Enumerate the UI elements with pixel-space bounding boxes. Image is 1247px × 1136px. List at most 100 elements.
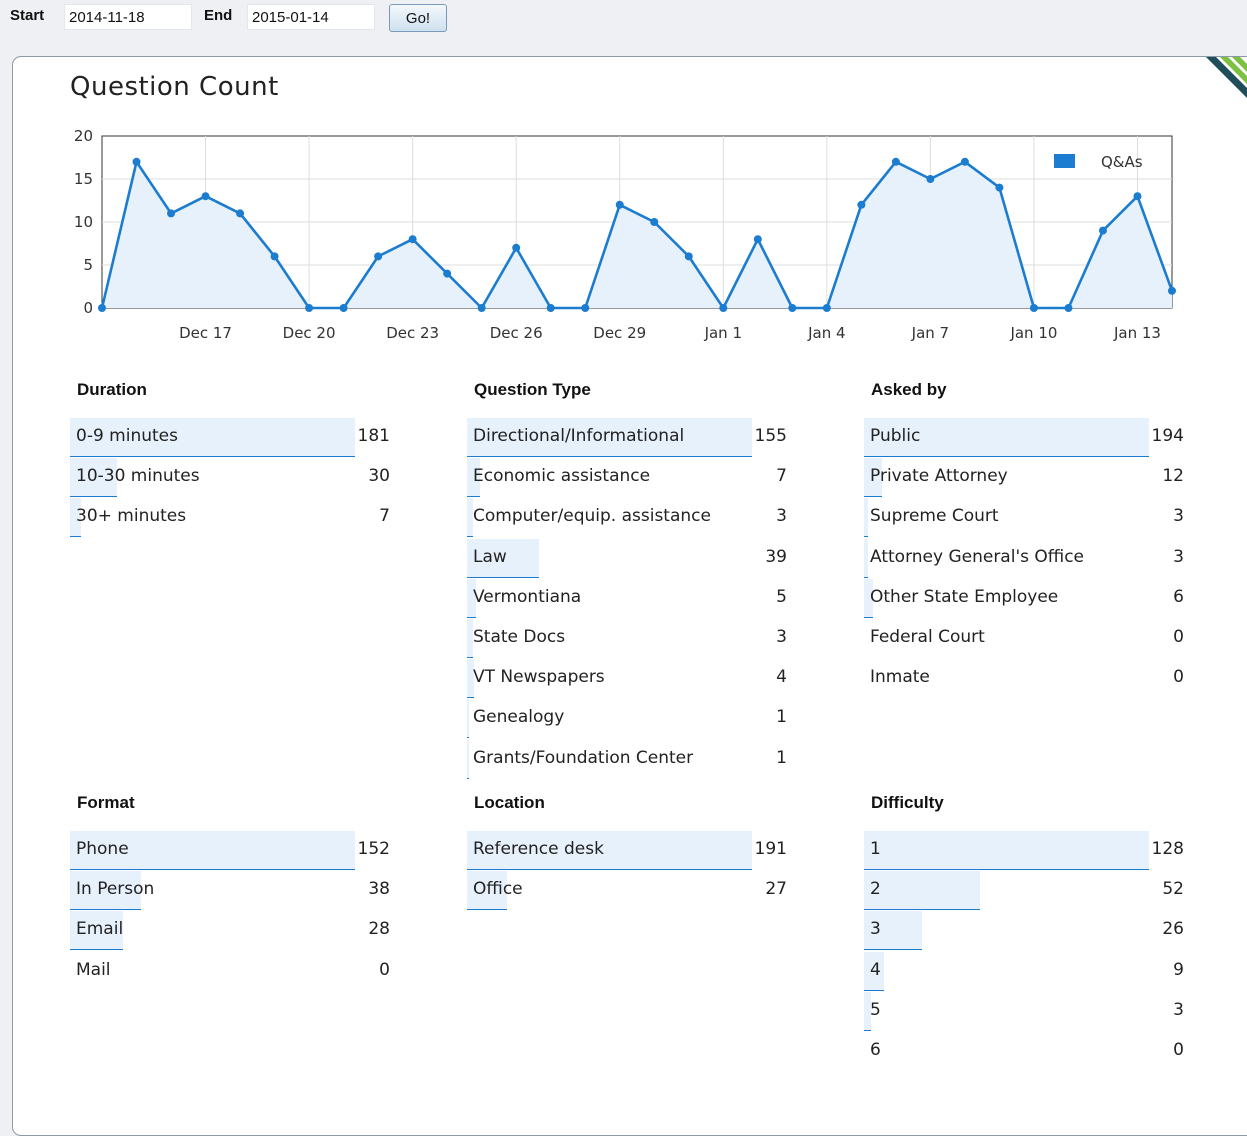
start-date-input[interactable] [64,4,192,30]
end-date-input[interactable] [247,4,375,30]
stat-label: Email [76,919,124,940]
stat-label: Private Attorney [870,466,1008,487]
stat-label: 5 [870,999,881,1020]
stat-label: Grants/Foundation Center [473,747,694,768]
chart-data-point [443,269,452,278]
stat-row: Other State Employee 6 [864,578,1184,619]
stat-label: Computer/equip. assistance [473,506,711,527]
stat-row: Federal Court 0 [864,619,1184,659]
stat-row: Grants/Foundation Center 1 [467,739,787,780]
stat-value: 1 [776,747,787,768]
stat-label: Office [473,879,523,900]
chart-data-point [615,200,624,209]
stat-bar [864,619,866,657]
chart-y-tick-label: 10 [74,213,93,231]
chart-data-point [822,304,831,312]
stat-label: 1 [870,839,881,859]
stat-row: 60 [864,1032,1184,1072]
chart-data-point [512,243,521,252]
stat-bar [864,1032,866,1070]
stat-label: State Docs [473,627,566,647]
stat-row: Mail 0 [70,952,390,992]
question-count-chart: 0 5 10 15 20 Dec 17 Dec 20 Dec 23 Dec 26 Dec 29 Ja… [74,127,1176,342]
stat-value: 30 [368,466,390,487]
stat-row: In Person 38 [70,871,390,911]
chart-y-tick-label: 20 [74,127,93,145]
stat-value: 39 [765,546,787,567]
stat-row: Law 39 [467,538,787,579]
stat-value: 4 [776,667,787,688]
stat-value: 0 [1173,627,1184,647]
chart-data-point [1133,192,1142,201]
chart-data-point [1029,304,1038,312]
stat-label: Economic assistance [473,466,651,487]
stat-block-title: Asked by [871,380,947,399]
stat-row: 30+ minutes 7 [70,498,390,538]
stat-label: 10-30 minutes [76,466,200,487]
chart-x-tick-label: Dec 26 [490,324,543,342]
stat-value: 6 [1173,586,1184,607]
stat-value: 52 [1162,879,1184,900]
stat-row: Public 194 [864,418,1184,458]
stat-row: 1 128 [864,831,1184,871]
chart-data-point [1168,286,1176,295]
stat-label: Supreme Court [870,506,999,527]
stat-bar [70,952,72,990]
stat-value: 194 [1151,426,1184,446]
stat-label: Reference desk [473,839,604,859]
stat-row: Email 28 [70,911,390,951]
chart-y-tick-label: 0 [83,299,93,317]
chart-legend-swatch [1054,154,1075,168]
chart-data-point [1064,304,1073,312]
stat-value: 0 [1173,1040,1184,1060]
end-label: End [204,7,233,24]
stat-value: 0 [379,959,390,980]
chart-x-tick-label: Jan 13 [1113,324,1161,342]
chart-data-point [926,175,935,183]
stat-block-title: Format [77,793,135,812]
stat-value: 3 [776,506,787,527]
stat-row: Attorney General's Office 3 [864,538,1184,579]
chart-x-tick-label: Jan 1 [704,324,742,342]
stat-row: Vermontiana 5 [467,578,787,619]
chart-data-point [788,304,797,312]
chart-legend-label: Q&As [1101,153,1143,171]
stat-row: Office 27 [467,871,787,911]
stat-label: 6 [870,1040,881,1060]
stat-row: 0-9 minutes 181 [70,418,390,458]
chart-data-point [132,157,141,166]
chart-data-point [374,252,383,261]
chart-data-point [236,209,245,218]
stat-label: 4 [870,959,881,980]
stat-bar [864,831,1149,870]
stat-row: 2 52 [864,871,1184,911]
chart-data-point [270,252,279,261]
stat-bar [467,498,473,538]
start-label: Start [10,7,45,24]
stat-row: 53 [864,991,1184,1032]
stat-value: 9 [1173,959,1184,980]
stat-row: 49 [864,951,1184,992]
stat-bar [864,659,866,697]
stat-block-title: Difficulty [871,793,944,812]
stat-label: Phone [76,839,129,859]
chart-data-point [684,252,693,261]
chart-x-tick-label: Jan 7 [911,324,949,342]
chart-data-point [305,304,314,312]
stat-row: 10-30 minutes 30 [70,458,390,498]
chart-data-point [408,235,417,244]
chart-x-tick-label: Jan 10 [1009,324,1057,342]
chart-data-point [995,183,1004,192]
stat-value: 128 [1151,839,1184,859]
chart-data-point [753,235,762,244]
stat-value: 1 [776,707,787,728]
stat-row: Private Attorney 12 [864,458,1184,498]
stat-value: 3 [1173,546,1184,567]
go-button[interactable]: Go! [389,4,447,32]
stat-label: Directional/Informational [473,426,685,446]
corner-stripes-icon [1206,57,1247,98]
chart-data-point [339,304,348,312]
stat-label: Public [870,426,921,446]
stat-value: 12 [1162,466,1184,487]
chart-data-point [581,304,590,312]
